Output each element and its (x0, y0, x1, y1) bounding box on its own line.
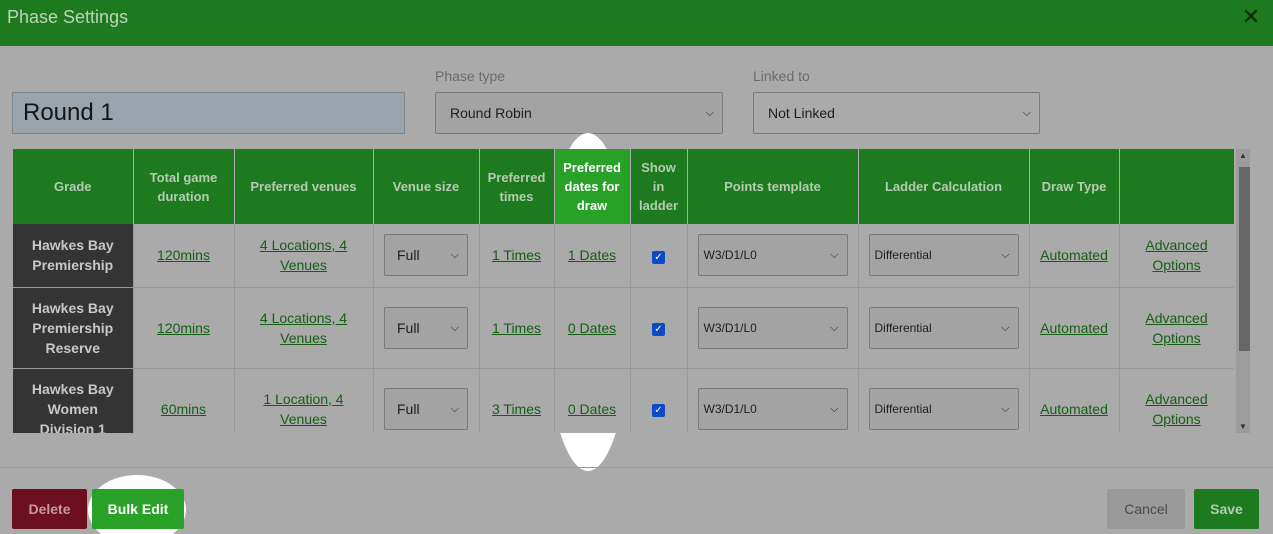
col-header-times: Preferred times (479, 149, 555, 224)
chevron-down-icon: ⌵ (450, 321, 459, 334)
show-in-ladder-checkbox[interactable]: ✓ (652, 323, 665, 336)
times-link[interactable]: 1 Times (492, 247, 541, 263)
phase-name-input[interactable]: Round 1 (12, 92, 405, 134)
table-row: Hawkes Bay Women Division 1 60mins 1 Loc… (13, 368, 1234, 433)
show-in-ladder-checkbox[interactable]: ✓ (652, 404, 665, 417)
points-template-value: W3/D1/L0 (703, 401, 757, 416)
grade-cell: Hawkes Bay Premiership (13, 224, 134, 288)
duration-link[interactable]: 120mins (157, 247, 210, 263)
duration-link[interactable]: 60mins (161, 401, 206, 417)
chevron-down-icon: ⌵ (1001, 402, 1010, 415)
footer-divider (0, 467, 1273, 468)
chevron-down-icon: ⌵ (1001, 249, 1010, 262)
advanced-options-link[interactable]: Advanced Options (1145, 391, 1207, 427)
linked-to-value: Not Linked (768, 105, 835, 121)
chevron-down-icon: ⌵ (830, 321, 839, 334)
col-header-ladder-calc: Ladder Calculation (858, 149, 1030, 224)
col-header-points: Points template (687, 149, 859, 224)
grade-cell: Hawkes Bay Premiership Reserve (13, 287, 134, 369)
col-header-duration: Total game duration (133, 149, 235, 224)
ladder-calc-value: Differential (874, 401, 932, 416)
venues-link[interactable]: 4 Locations, 4 Venues (260, 310, 347, 346)
chevron-down-icon: ⌵ (830, 249, 839, 262)
grades-table: Grade Total game duration Preferred venu… (13, 149, 1234, 433)
ladder-calc-value: Differential (874, 248, 932, 263)
advanced-options-link[interactable]: Advanced Options (1145, 310, 1207, 346)
scroll-up-icon[interactable]: ▲ (1239, 151, 1247, 160)
linked-to-select[interactable]: Not Linked ⌵ (753, 92, 1040, 134)
bulk-edit-button[interactable]: Bulk Edit (92, 489, 184, 529)
scroll-thumb[interactable] (1239, 167, 1250, 351)
col-header-ladder: Show in ladder (630, 149, 688, 224)
venue-size-select[interactable]: Full ⌵ (384, 306, 468, 349)
chevron-down-icon: ⌵ (1022, 107, 1031, 119)
phase-type-select[interactable]: Round Robin ⌵ (435, 92, 723, 134)
chevron-down-icon: ⌵ (1001, 321, 1010, 334)
col-header-venue-size: Venue size (373, 149, 480, 224)
col-header-draw-type: Draw Type (1029, 149, 1120, 224)
draw-type-link[interactable]: Automated (1040, 247, 1108, 263)
dates-link[interactable]: 0 Dates (568, 401, 616, 417)
venue-size-select[interactable]: Full ⌵ (384, 387, 468, 430)
venues-link[interactable]: 1 Location, 4 Venues (263, 391, 343, 427)
dates-link[interactable]: 1 Dates (568, 247, 616, 263)
table-row: Hawkes Bay Premiership 120mins 4 Locatio… (13, 224, 1234, 288)
points-template-value: W3/D1/L0 (703, 320, 757, 335)
scroll-down-icon[interactable]: ▼ (1239, 422, 1247, 431)
points-template-select[interactable]: W3/D1/L0 ⌵ (697, 234, 848, 277)
col-header-actions (1119, 149, 1234, 224)
table-header-row: Grade Total game duration Preferred venu… (13, 149, 1234, 224)
grade-cell: Hawkes Bay Women Division 1 (13, 368, 134, 433)
dialog-title: Phase Settings (7, 7, 129, 27)
advanced-options-link[interactable]: Advanced Options (1145, 237, 1207, 273)
col-header-grade: Grade (13, 149, 134, 224)
chevron-down-icon: ⌵ (450, 249, 459, 262)
delete-button[interactable]: Delete (12, 489, 87, 529)
close-icon[interactable]: ✕ (1238, 4, 1264, 30)
ladder-calc-select[interactable]: Differential ⌵ (868, 234, 1019, 277)
dates-link[interactable]: 0 Dates (568, 320, 616, 336)
save-button[interactable]: Save (1194, 489, 1259, 529)
chevron-down-icon: ⌵ (705, 107, 714, 119)
ladder-calc-select[interactable]: Differential ⌵ (868, 387, 1019, 430)
times-link[interactable]: 3 Times (492, 401, 541, 417)
show-in-ladder-checkbox[interactable]: ✓ (652, 250, 665, 264)
table-row: Hawkes Bay Premiership Reserve 120mins 4… (13, 287, 1234, 369)
points-template-select[interactable]: W3/D1/L0 ⌵ (697, 387, 848, 430)
venue-size-value: Full (397, 319, 420, 336)
table-scrollbar[interactable]: ▲ ▼ (1236, 149, 1250, 433)
times-link[interactable]: 1 Times (492, 320, 541, 336)
col-header-venues: Preferred venues (234, 149, 374, 224)
points-template-value: W3/D1/L0 (703, 248, 757, 263)
venue-size-value: Full (397, 400, 420, 417)
draw-type-link[interactable]: Automated (1040, 401, 1108, 417)
linked-to-label: Linked to (753, 68, 810, 84)
chevron-down-icon: ⌵ (450, 402, 459, 415)
ladder-calc-value: Differential (874, 320, 932, 335)
venue-size-value: Full (397, 247, 420, 264)
duration-link[interactable]: 120mins (157, 320, 210, 336)
venue-size-select[interactable]: Full ⌵ (384, 234, 468, 277)
phase-type-label: Phase type (435, 68, 506, 84)
col-header-dates: Preferred dates for draw (554, 149, 631, 224)
chevron-down-icon: ⌵ (830, 402, 839, 415)
phase-type-value: Round Robin (450, 105, 532, 121)
points-template-select[interactable]: W3/D1/L0 ⌵ (697, 306, 848, 349)
dialog-titlebar: Phase Settings ✕ (0, 0, 1273, 46)
draw-type-link[interactable]: Automated (1040, 320, 1108, 336)
venues-link[interactable]: 4 Locations, 4 Venues (260, 237, 347, 273)
cancel-button[interactable]: Cancel (1107, 489, 1185, 529)
ladder-calc-select[interactable]: Differential ⌵ (868, 306, 1019, 349)
